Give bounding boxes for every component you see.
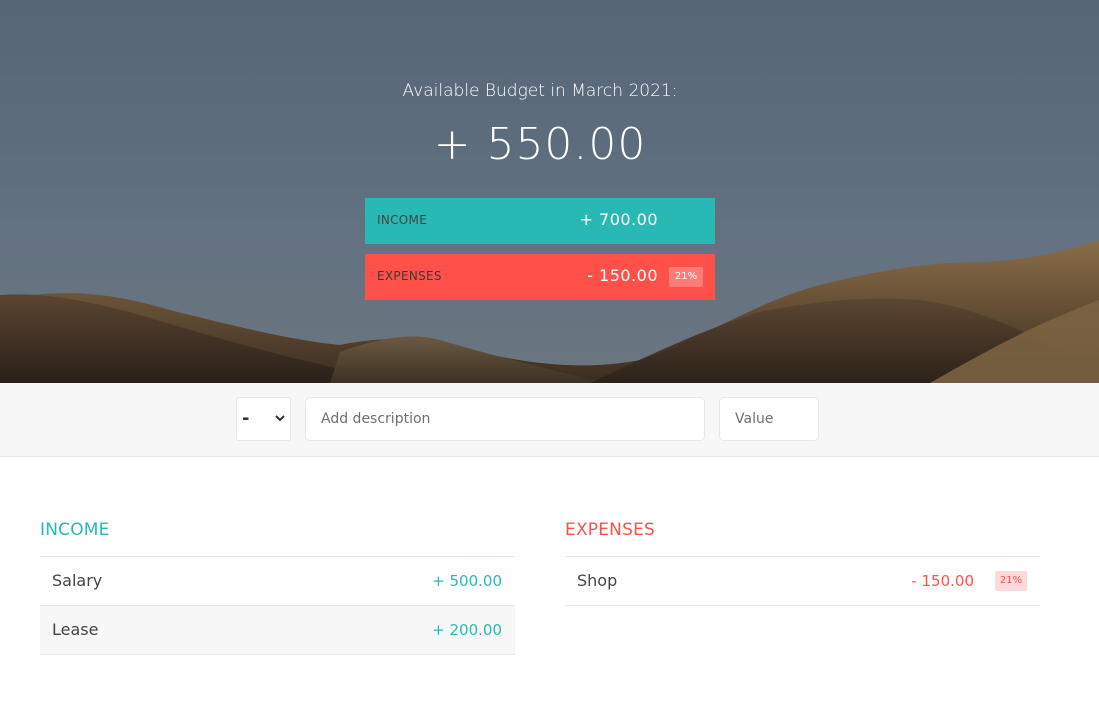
expenses-list-item[interactable]: Shop - 150.00 21% bbox=[565, 557, 1040, 606]
income-list: Salary + 500.00 Lease + 200.00 bbox=[40, 556, 515, 655]
expenses-summary: EXPENSES - 150.00 21% bbox=[365, 254, 715, 300]
item-value: + 500.00 bbox=[432, 572, 502, 590]
budget-summary: Available Budget in March 2021: + 550.00… bbox=[365, 79, 715, 300]
item-percentage-badge: 21% bbox=[995, 571, 1027, 591]
add-entry-bar: - bbox=[0, 383, 1099, 457]
hills-background-image bbox=[0, 240, 1099, 383]
type-select[interactable]: - bbox=[236, 397, 291, 441]
budget-value: + 550.00 bbox=[433, 119, 647, 170]
income-list-title: INCOME bbox=[40, 520, 110, 540]
income-list-item[interactable]: Salary + 500.00 bbox=[40, 557, 515, 606]
income-summary: INCOME + 700.00 bbox=[365, 198, 715, 244]
chevron-down-icon bbox=[275, 415, 285, 422]
expenses-list-section: EXPENSES Shop - 150.00 21% bbox=[565, 518, 1040, 606]
item-description: Salary bbox=[52, 571, 103, 590]
item-value: + 200.00 bbox=[432, 621, 502, 639]
budget-title: Available Budget in March 2021: bbox=[402, 81, 678, 101]
value-input[interactable] bbox=[719, 397, 819, 441]
item-description: Shop bbox=[577, 571, 618, 590]
item-value: - 150.00 bbox=[911, 572, 974, 590]
budget-header: Available Budget in March 2021: + 550.00… bbox=[0, 0, 1099, 383]
income-list-section: INCOME Salary + 500.00 Lease + 200.00 bbox=[40, 518, 515, 655]
income-summary-value: + 700.00 bbox=[579, 210, 658, 229]
income-summary-label: INCOME bbox=[377, 213, 428, 227]
expenses-list-title: EXPENSES bbox=[565, 520, 656, 540]
expenses-list: Shop - 150.00 21% bbox=[565, 556, 1040, 606]
income-list-item[interactable]: Lease + 200.00 bbox=[40, 606, 515, 655]
expenses-summary-value: - 150.00 bbox=[587, 266, 658, 285]
expenses-percentage-badge: 21% bbox=[669, 267, 703, 287]
type-select-value: - bbox=[242, 408, 250, 429]
expenses-summary-label: EXPENSES bbox=[377, 269, 442, 283]
item-description: Lease bbox=[52, 620, 99, 639]
description-input[interactable] bbox=[305, 397, 705, 441]
